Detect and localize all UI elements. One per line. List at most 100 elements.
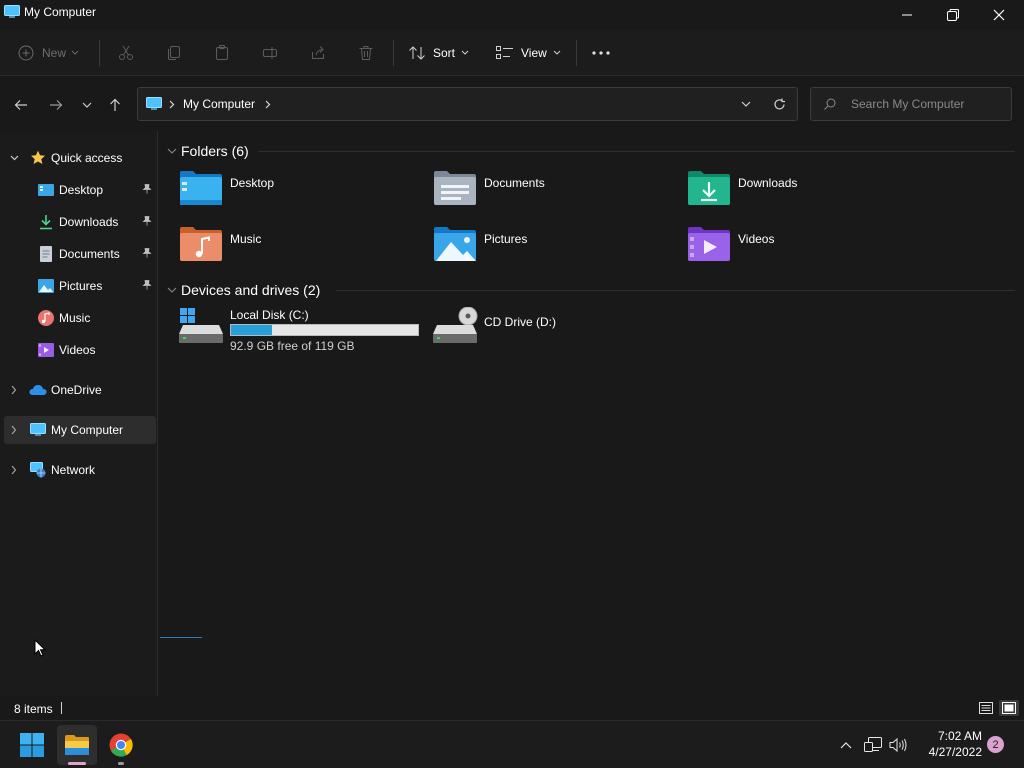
pin-icon: [142, 216, 152, 226]
more-icon: [592, 51, 610, 55]
volume-button[interactable]: [887, 735, 909, 755]
chevron-down-icon: [167, 148, 177, 154]
network-icon: [30, 462, 46, 478]
folder-downloads[interactable]: Downloads: [687, 169, 927, 213]
content-pane: Folders (6) Desktop Documents Downloads: [159, 131, 1024, 696]
delete-icon: [359, 46, 373, 60]
delete-button[interactable]: [353, 40, 379, 66]
folder-documents[interactable]: Documents: [433, 169, 673, 213]
group-title: Devices and drives (2): [181, 282, 321, 298]
minimize-button[interactable]: [884, 0, 930, 30]
navigation-pane: Quick access Desktop Downloads Documents…: [0, 131, 158, 696]
group-header-devices[interactable]: Devices and drives (2): [167, 279, 320, 301]
pin-icon: [142, 248, 152, 258]
breadcrumb-item[interactable]: My Computer: [183, 97, 255, 111]
notification-badge[interactable]: 2: [987, 736, 1004, 753]
taskbar-chrome[interactable]: [101, 725, 141, 765]
up-arrow-icon: [110, 98, 120, 111]
refresh-button[interactable]: [767, 94, 791, 114]
close-button[interactable]: [976, 0, 1022, 30]
sidebar-item-desktop[interactable]: Desktop: [4, 176, 156, 204]
computer-icon: [4, 5, 20, 18]
taskbar: 7:02 AM 4/27/2022 2: [0, 720, 1024, 768]
back-button[interactable]: [10, 94, 32, 116]
paste-button[interactable]: [209, 40, 235, 66]
desktop-icon: [38, 184, 54, 196]
star-icon: [31, 150, 45, 164]
folder-videos[interactable]: Videos: [687, 225, 927, 269]
sidebar-item-label: Documents: [59, 247, 120, 261]
running-indicator: [118, 762, 124, 765]
copy-icon: [168, 46, 180, 60]
pin-icon: [142, 184, 152, 194]
divider: [336, 290, 1015, 291]
new-label: New: [42, 46, 67, 60]
documents-icon: [40, 246, 52, 262]
clock-time: 7:02 AM: [937, 729, 982, 743]
divider: [61, 702, 62, 714]
folder-pictures[interactable]: Pictures: [433, 225, 673, 269]
computer-icon: [30, 423, 46, 436]
taskbar-file-explorer[interactable]: [57, 725, 97, 765]
view-button[interactable]: View: [496, 40, 561, 66]
group-header-folders[interactable]: Folders (6): [167, 140, 249, 162]
network-tray-icon: [864, 737, 882, 752]
address-history-button[interactable]: [734, 94, 758, 114]
restore-button[interactable]: [930, 0, 976, 30]
folder-label: Documents: [484, 176, 545, 190]
tiles-view-button[interactable]: [999, 700, 1019, 716]
search-input[interactable]: Search My Computer: [810, 87, 1012, 121]
sidebar-item-pictures[interactable]: Pictures: [4, 272, 156, 300]
active-indicator: [68, 762, 86, 765]
folder-label: Desktop: [230, 176, 275, 190]
plus-icon: [18, 45, 34, 61]
drive-local-disk-c[interactable]: Local Disk (C:) 92.9 GB free of 119 GB: [179, 307, 424, 353]
new-button[interactable]: New: [18, 40, 79, 66]
sidebar-item-label: Videos: [59, 343, 96, 357]
start-button[interactable]: [12, 725, 52, 765]
sidebar-item-documents[interactable]: Documents: [4, 240, 156, 268]
sort-icon: [409, 46, 425, 60]
rename-button[interactable]: [257, 40, 283, 66]
network-tray-button[interactable]: [862, 735, 884, 755]
sidebar-item-label: Quick access: [51, 151, 123, 165]
cut-icon: [119, 45, 133, 60]
folder-music[interactable]: Music: [179, 225, 419, 269]
divider: [99, 40, 100, 66]
sidebar-item-onedrive[interactable]: OneDrive: [4, 376, 156, 404]
chevron-right-icon: [11, 425, 17, 435]
sidebar-item-videos[interactable]: Videos: [4, 336, 156, 364]
sidebar-item-music[interactable]: Music: [4, 304, 156, 332]
sidebar-item-quick-access[interactable]: Quick access: [4, 144, 156, 172]
chevron-down-icon: [10, 155, 19, 161]
share-button[interactable]: [305, 40, 331, 66]
group-title: Folders (6): [181, 143, 249, 159]
details-view-button[interactable]: [977, 700, 995, 716]
address-bar[interactable]: My Computer: [137, 87, 798, 121]
sort-button[interactable]: Sort: [408, 40, 469, 66]
cut-button[interactable]: [113, 40, 139, 66]
details-view-icon: [979, 702, 993, 714]
cd-drive-icon: [433, 307, 478, 343]
up-button[interactable]: [104, 94, 126, 116]
sidebar-item-network[interactable]: Network: [4, 456, 156, 484]
chevron-right-icon: [265, 100, 271, 109]
chevron-down-icon: [82, 102, 92, 108]
forward-arrow-icon: [50, 100, 63, 110]
drive-cd-d[interactable]: CD Drive (D:): [433, 307, 673, 351]
forward-button[interactable]: [45, 94, 67, 116]
sidebar-item-my-computer[interactable]: My Computer: [4, 416, 156, 444]
sidebar-item-label: Desktop: [59, 183, 104, 197]
sidebar-item-downloads[interactable]: Downloads: [4, 208, 156, 236]
title-bar: My Computer: [0, 0, 1024, 30]
downloads-icon: [40, 215, 52, 230]
folder-desktop[interactable]: Desktop: [179, 169, 419, 213]
folder-label: Downloads: [738, 176, 798, 190]
copy-button[interactable]: [161, 40, 187, 66]
show-hidden-icons-button[interactable]: [836, 735, 856, 755]
command-bar: New Sort View: [0, 30, 1024, 76]
more-options-button[interactable]: [588, 40, 614, 66]
address-row: My Computer Search My Computer: [0, 77, 1024, 131]
clock[interactable]: 7:02 AM 4/27/2022: [916, 728, 982, 762]
recent-locations-button[interactable]: [76, 94, 98, 116]
